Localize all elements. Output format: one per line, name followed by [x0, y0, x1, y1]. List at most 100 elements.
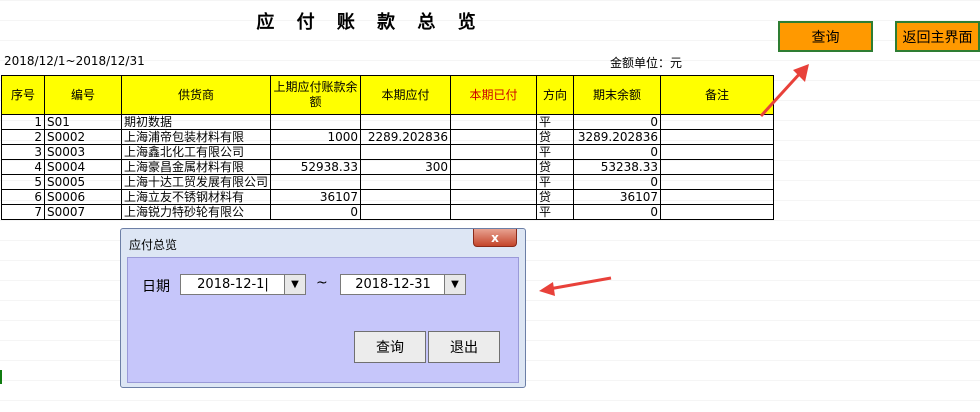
cell-supplier[interactable]: 期初数据: [120, 114, 272, 130]
arrow-to-dialog-icon: [539, 276, 612, 296]
cell-remark[interactable]: [660, 174, 775, 190]
chevron-down-icon[interactable]: ▼: [284, 275, 305, 294]
amount-unit-text: 金额单位：元: [610, 56, 683, 70]
cell-dir[interactable]: 平: [536, 114, 575, 130]
cell-supplier[interactable]: 上海豪昌金属材料有限: [120, 159, 272, 175]
dialog-title: 应付总览: [129, 238, 178, 252]
chevron-down-icon[interactable]: ▼: [444, 275, 465, 294]
table-row: 5 S0005 上海十达工贸发展有限公司 平 0: [1, 174, 775, 190]
cell-end[interactable]: 0: [573, 144, 662, 160]
cell-paid[interactable]: [450, 144, 538, 160]
cell-prev[interactable]: 1000: [270, 129, 362, 145]
table-row: 2 S0002 上海浦帝包装材料有限 1000 2289.202836 贷 3289.202…: [1, 129, 775, 145]
start-date-input[interactable]: 2018-12-1|: [181, 275, 285, 294]
cell-supplier[interactable]: 上海浦帝包装材料有限: [120, 129, 272, 145]
cell-payable[interactable]: [360, 204, 452, 220]
cell-code[interactable]: S0004: [44, 159, 122, 175]
cell-code[interactable]: S0005: [44, 174, 122, 190]
cell-seq[interactable]: 7: [1, 204, 45, 220]
cell-code[interactable]: S0003: [44, 144, 122, 160]
header-direction[interactable]: 方向: [536, 75, 575, 115]
cell-payable[interactable]: [360, 144, 452, 160]
cell-code[interactable]: S01: [44, 114, 122, 130]
header-code[interactable]: 编号: [44, 75, 122, 115]
header-end-balance[interactable]: 期末余额: [573, 75, 662, 115]
cell-end[interactable]: 53238.33: [573, 159, 662, 175]
header-seq[interactable]: 序号: [1, 75, 45, 115]
header-supplier[interactable]: 供货商: [120, 75, 272, 115]
sheet-title: 应 付 账 款 总 览: [256, 12, 484, 33]
header-current-payable[interactable]: 本期应付: [360, 75, 452, 115]
header-prev-balance[interactable]: 上期应付账款余额: [270, 75, 362, 115]
sheet-query-button[interactable]: 查询: [778, 21, 873, 52]
cell-end[interactable]: 36107: [573, 189, 662, 205]
cell-code[interactable]: S0007: [44, 204, 122, 220]
row-indicator-mark: [0, 370, 2, 384]
dialog-exit-button[interactable]: 退出: [428, 331, 500, 363]
cell-dir[interactable]: 平: [536, 174, 575, 190]
cell-dir[interactable]: 贷: [536, 159, 575, 175]
end-date-input[interactable]: 2018-12-31: [341, 275, 445, 294]
cell-supplier[interactable]: 上海鑫北化工有限公司: [120, 144, 272, 160]
cell-supplier[interactable]: 上海立友不锈钢材料有: [120, 189, 272, 205]
cell-paid[interactable]: [450, 159, 538, 175]
cell-end[interactable]: 0: [573, 204, 662, 220]
cell-payable[interactable]: [360, 114, 452, 130]
date-range-text: 2018/12/1~2018/12/31: [4, 54, 145, 68]
cell-code[interactable]: S0002: [44, 129, 122, 145]
cell-prev[interactable]: 36107: [270, 189, 362, 205]
table-header-row: 序号 编号 供货商 上期应付账款余额 本期应付 本期已付 方向 期末余额 备注: [1, 75, 775, 115]
cell-paid[interactable]: [450, 174, 538, 190]
cell-remark[interactable]: [660, 159, 775, 175]
header-current-paid[interactable]: 本期已付: [450, 75, 538, 115]
dialog-query-button[interactable]: 查询: [354, 331, 426, 363]
cell-dir[interactable]: 贷: [536, 129, 575, 145]
close-icon[interactable]: x: [473, 229, 517, 247]
cell-supplier[interactable]: 上海锐力特砂轮有限公: [120, 204, 272, 220]
date-label: 日期: [142, 279, 170, 295]
cell-seq[interactable]: 5: [1, 174, 45, 190]
cell-code[interactable]: S0006: [44, 189, 122, 205]
cell-prev[interactable]: [270, 174, 362, 190]
end-date-combo[interactable]: 2018-12-31 ▼: [340, 274, 466, 295]
cell-prev[interactable]: 52938.33: [270, 159, 362, 175]
cell-remark[interactable]: [660, 189, 775, 205]
table-row: 3 S0003 上海鑫北化工有限公司 平 0: [1, 144, 775, 160]
start-date-combo[interactable]: 2018-12-1| ▼: [180, 274, 306, 295]
table-row: 6 S0006 上海立友不锈钢材料有 36107 贷 36107: [1, 189, 775, 205]
date-separator: ~: [316, 275, 328, 291]
cell-remark[interactable]: [660, 144, 775, 160]
cell-prev[interactable]: [270, 114, 362, 130]
cell-dir[interactable]: 贷: [536, 189, 575, 205]
cell-remark[interactable]: [660, 204, 775, 220]
cell-prev[interactable]: [270, 144, 362, 160]
dialog-body: 日期 2018-12-1| ▼ ~ 2018-12-31 ▼ 查询 退出: [127, 257, 519, 383]
cell-payable[interactable]: [360, 189, 452, 205]
cell-dir[interactable]: 平: [536, 204, 575, 220]
cell-remark[interactable]: [660, 129, 775, 145]
return-main-button[interactable]: 返回主界面: [895, 21, 980, 52]
cell-supplier[interactable]: 上海十达工贸发展有限公司: [120, 174, 272, 190]
cell-prev[interactable]: 0: [270, 204, 362, 220]
cell-dir[interactable]: 平: [536, 144, 575, 160]
cell-seq[interactable]: 6: [1, 189, 45, 205]
cell-payable[interactable]: [360, 174, 452, 190]
cell-paid[interactable]: [450, 204, 538, 220]
table-row: 4 S0004 上海豪昌金属材料有限 52938.33 300 贷 53238.33: [1, 159, 775, 175]
cell-paid[interactable]: [450, 129, 538, 145]
cell-payable[interactable]: 2289.202836: [360, 129, 452, 145]
cell-end[interactable]: 0: [573, 174, 662, 190]
cell-end[interactable]: 3289.202836: [573, 129, 662, 145]
cell-seq[interactable]: 1: [1, 114, 45, 130]
cell-seq[interactable]: 3: [1, 144, 45, 160]
payables-table: 序号 编号 供货商 上期应付账款余额 本期应付 本期已付 方向 期末余额 备注 …: [1, 75, 775, 220]
cell-seq[interactable]: 2: [1, 129, 45, 145]
table-row: 7 S0007 上海锐力特砂轮有限公 0 平 0: [1, 204, 775, 220]
cell-end[interactable]: 0: [573, 114, 662, 130]
cell-paid[interactable]: [450, 189, 538, 205]
arrow-to-query-icon: [759, 64, 809, 118]
cell-paid[interactable]: [450, 114, 538, 130]
table-row: 1 S01 期初数据 平 0: [1, 114, 775, 130]
cell-payable[interactable]: 300: [360, 159, 452, 175]
cell-seq[interactable]: 4: [1, 159, 45, 175]
